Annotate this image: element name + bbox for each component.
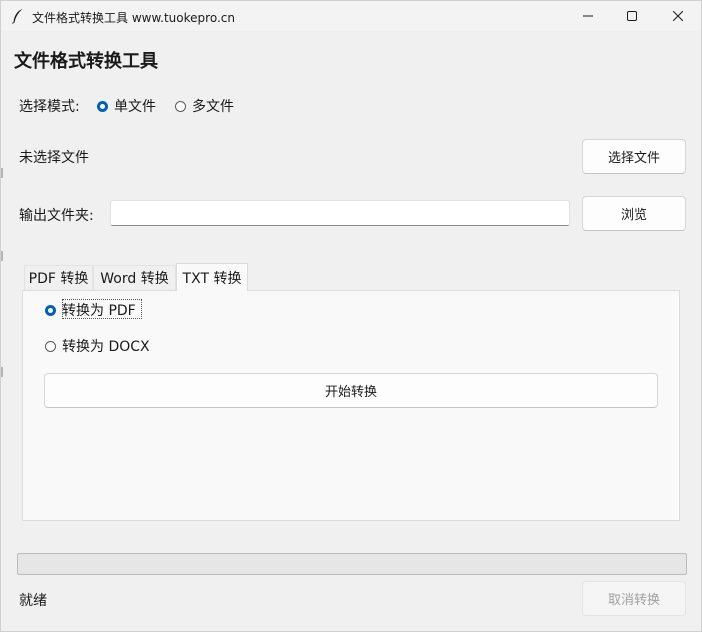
progress-bar <box>17 553 687 575</box>
feather-icon <box>12 9 23 24</box>
txt-radio-to-pdf[interactable]: 转换为 PDF <box>45 300 136 320</box>
output-folder-label: 输出文件夹: <box>19 208 94 224</box>
edge-mark <box>1 367 3 377</box>
minimize-icon <box>583 15 593 17</box>
output-folder-input[interactable] <box>110 200 570 226</box>
mode-radio-multi-label: 多文件 <box>192 99 234 115</box>
mode-label: 选择模式: <box>19 99 80 115</box>
title-bar: 文件格式转换工具 www.tuokepro.cn <box>1 1 701 31</box>
txt-radio-to-docx[interactable]: 转换为 DOCX <box>45 336 150 356</box>
radio-checked-icon <box>97 100 108 112</box>
mode-radio-multi[interactable]: 多文件 <box>175 96 234 116</box>
maximize-button[interactable] <box>609 1 655 31</box>
txt-radio-to-pdf-label: 转换为 PDF <box>62 303 136 319</box>
maximize-icon <box>627 11 637 21</box>
radio-unchecked-icon <box>175 100 186 112</box>
status-text: 就绪 <box>19 593 47 609</box>
window-title: 文件格式转换工具 www.tuokepro.cn <box>32 11 235 25</box>
tab-txt[interactable]: TXT 转换 <box>176 263 248 291</box>
start-convert-button[interactable]: 开始转换 <box>44 373 658 408</box>
mode-radio-single[interactable]: 单文件 <box>97 96 156 116</box>
edge-mark <box>1 168 3 178</box>
close-button[interactable] <box>655 1 701 31</box>
browse-button[interactable]: 浏览 <box>582 196 686 231</box>
tab-word[interactable]: Word 转换 <box>93 265 176 290</box>
txt-radio-to-docx-label: 转换为 DOCX <box>62 339 150 355</box>
file-status: 未选择文件 <box>19 150 89 166</box>
page-title: 文件格式转换工具 <box>14 51 158 72</box>
app-window: 文件格式转换工具 www.tuokepro.cn 文件格式转换工具 选择模式: … <box>0 0 702 632</box>
select-file-button[interactable]: 选择文件 <box>582 139 686 174</box>
cancel-convert-button[interactable]: 取消转换 <box>582 581 686 616</box>
edge-mark <box>1 251 3 261</box>
minimize-button[interactable] <box>565 1 611 31</box>
tab-pdf[interactable]: PDF 转换 <box>24 265 93 290</box>
mode-radio-single-label: 单文件 <box>114 99 156 115</box>
close-icon <box>673 11 683 21</box>
radio-unchecked-icon <box>45 340 56 352</box>
radio-checked-icon <box>45 304 56 316</box>
